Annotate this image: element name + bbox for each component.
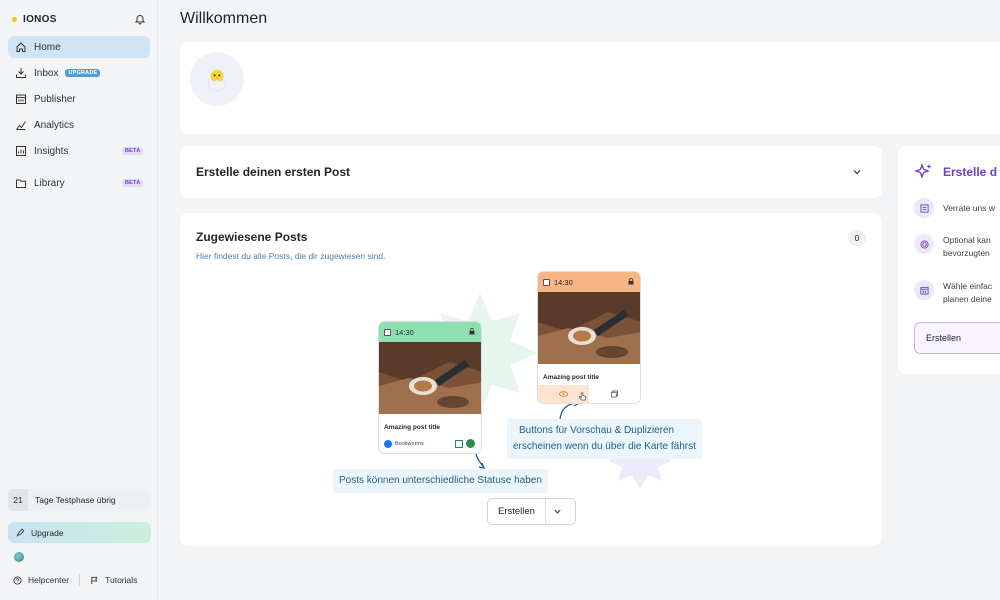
sidebar-item-label: Publisher: [34, 93, 76, 105]
eye-icon: [559, 391, 568, 397]
post-card-header: 14:30: [538, 272, 640, 292]
coffee-image: [538, 292, 640, 364]
sidebar-item-inbox[interactable]: Inbox UPGRADE: [8, 62, 150, 84]
tooltip-line: Posts können unterschiedliche Statuse ha…: [339, 475, 542, 486]
beta-badge: BETA: [122, 147, 144, 155]
sidebar-item-library[interactable]: Library BETA: [8, 172, 150, 194]
calendar-icon: [914, 280, 934, 300]
create-helper-card: Erstelle d Verrate uns w Optional kan be…: [898, 146, 1000, 374]
page-title: Willkommen: [180, 10, 268, 27]
welcome-card: [180, 42, 1000, 134]
helpcenter-link[interactable]: Helpcenter: [28, 575, 69, 585]
brand-dot-icon: [12, 17, 17, 22]
post-card-green[interactable]: 14:30 Amazing post title Bookworms: [378, 321, 482, 454]
tooltip-buttons-hint: Buttons für Vorschau & Duplizieren ersch…: [507, 419, 702, 459]
flag-icon: [91, 576, 98, 584]
sidebar-item-label: Analytics: [34, 119, 75, 131]
helper-title: Erstelle d: [943, 165, 998, 179]
target-icon: [914, 234, 934, 254]
sidebar-item-label: Library: [34, 177, 65, 189]
helper-row-text: Verrate uns w: [943, 203, 995, 213]
first-post-section[interactable]: Erstelle deinen ersten Post: [180, 146, 882, 198]
beta-badge: BETA: [122, 179, 144, 187]
post-card-header: 14:30: [379, 322, 481, 342]
sidebar: IONOS Home Inbox UPGRADE Publisher Analy…: [0, 0, 158, 600]
sidebar-item-publisher[interactable]: Publisher: [8, 88, 150, 110]
inbox-icon: [16, 68, 26, 78]
helper-row-text: Wähle einfac: [943, 281, 993, 291]
note-icon: [914, 198, 934, 218]
preview-square-icon[interactable]: [455, 440, 463, 448]
sidebar-item-label: Home: [34, 41, 61, 53]
help-icon: [13, 575, 22, 585]
post-card-actions: [538, 385, 640, 403]
sidebar-nav: Home Inbox UPGRADE Publisher Analytics I…: [8, 36, 150, 194]
create-post-button[interactable]: Erstellen: [487, 498, 576, 525]
facebook-icon: [384, 440, 392, 448]
tooltip-status-hint: Posts können unterschiedliche Statuse ha…: [333, 469, 548, 493]
sidebar-item-label: Inbox: [34, 67, 59, 79]
upgrade-button[interactable]: Upgrade: [8, 522, 151, 543]
cursor-hand-icon: [578, 392, 586, 401]
post-title: Amazing post title: [384, 424, 440, 431]
brand-logo[interactable]: IONOS: [12, 14, 57, 25]
post-time: 14:30: [395, 327, 414, 337]
home-icon: [16, 42, 26, 52]
post-time: 14:30: [554, 277, 573, 287]
post-card-orange[interactable]: 14:30 Amazing post title: [537, 271, 641, 404]
bell-icon[interactable]: [134, 13, 146, 25]
post-card-footer: Bookworms: [379, 435, 481, 453]
assigned-posts-section: Zugewiesene Posts Hier findest du alle P…: [180, 213, 882, 546]
post-checkbox[interactable]: [384, 328, 391, 336]
calendar-icon: [16, 94, 26, 104]
post-account: Bookworms: [395, 441, 424, 447]
trial-label: Tage Testphase übrig: [35, 495, 116, 505]
upgrade-badge: UPGRADE: [65, 69, 101, 77]
sidebar-item-label: Insights: [34, 145, 69, 157]
sidebar-item-home[interactable]: Home: [8, 36, 150, 58]
tooltip-line: Buttons für Vorschau & Duplizieren: [519, 425, 675, 436]
helper-row-text: bevorzugten: [943, 247, 990, 258]
footer-divider: [79, 574, 81, 586]
helper-row: Verrate uns w: [914, 198, 995, 218]
helper-row: Wähle einfac planen deine: [914, 280, 992, 306]
sparkles-icon: [914, 163, 932, 179]
helper-create-button[interactable]: Erstellen: [914, 322, 1000, 354]
status-dot-icon[interactable]: [466, 439, 475, 448]
tooltip-line: erscheinen wenn du über die Karte fährst: [513, 441, 696, 452]
create-post-label: Erstellen: [488, 499, 546, 524]
brand-name: IONOS: [23, 14, 57, 25]
rocket-icon: [16, 528, 25, 537]
chevron-down-icon[interactable]: [852, 167, 862, 177]
post-title: Amazing post title: [543, 374, 599, 381]
language-globe-icon[interactable]: [14, 552, 24, 562]
chevron-down-icon[interactable]: [553, 507, 562, 516]
helper-row: Optional kan bevorzugten: [914, 234, 991, 260]
trial-status[interactable]: 21 Tage Testphase übrig: [8, 489, 151, 511]
insights-icon: [16, 146, 26, 156]
folder-icon: [16, 179, 26, 188]
first-post-title: Erstelle deinen ersten Post: [196, 165, 351, 179]
coffee-image: [379, 342, 481, 414]
avatar[interactable]: [190, 52, 244, 106]
footer-links: Helpcenter Tutorials: [13, 574, 137, 586]
tutorials-link[interactable]: Tutorials: [105, 575, 137, 585]
helper-create-label: Erstellen: [926, 333, 962, 343]
upgrade-label: Upgrade: [31, 527, 64, 538]
trial-days: 21: [8, 489, 28, 511]
helper-row-text: Optional kan: [943, 235, 991, 245]
duplicate-button[interactable]: [589, 385, 640, 403]
lock-icon: [628, 278, 634, 285]
lock-icon: [469, 328, 475, 335]
analytics-icon: [16, 121, 26, 130]
hatching-chick-icon: [208, 69, 226, 91]
post-checkbox[interactable]: [543, 278, 550, 286]
helper-row-text: planen deine: [943, 293, 992, 304]
starburst-decoration: [422, 293, 672, 489]
copy-icon: [611, 390, 618, 398]
sidebar-item-insights[interactable]: Insights BETA: [8, 140, 150, 162]
sidebar-item-analytics[interactable]: Analytics: [8, 114, 150, 136]
